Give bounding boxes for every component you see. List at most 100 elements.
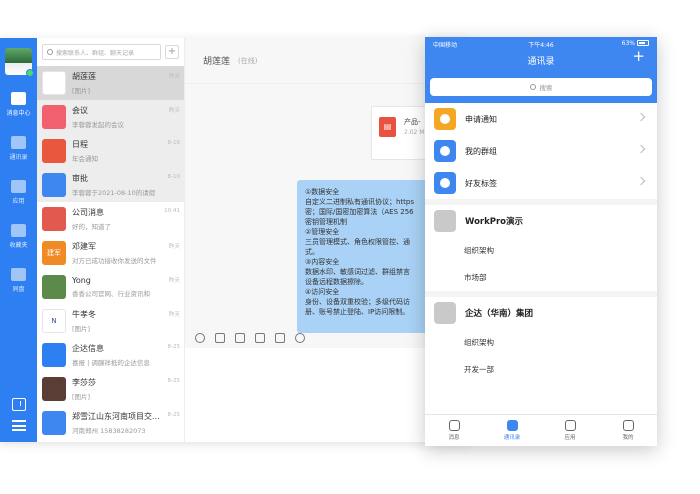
apply-notify-icon bbox=[434, 108, 456, 130]
emoji-icon[interactable] bbox=[195, 333, 205, 343]
menu-icon bbox=[11, 420, 26, 431]
chevron-right-icon bbox=[636, 176, 646, 186]
phone-tab-label: 应用 bbox=[564, 435, 576, 441]
session-preview: 年会通知 bbox=[72, 155, 98, 163]
search-icon bbox=[529, 84, 536, 90]
phone-tab[interactable]: 通讯录 bbox=[483, 415, 541, 446]
session-item[interactable]: 企达信息 喜报 | 调腺祥抵的企达信息 8-25 bbox=[37, 338, 184, 372]
session-item[interactable]: 建军 邓建军 对方已成功接收你发送的文件 昨天 bbox=[37, 236, 184, 270]
icon-glyph bbox=[440, 146, 450, 156]
session-text: 牛孝冬 [图片] bbox=[72, 309, 184, 333]
phone-tab[interactable]: 消息 bbox=[425, 415, 483, 446]
org-sub-item[interactable]: 市场部 bbox=[425, 264, 657, 291]
org-header[interactable]: 企达（华南）集团 bbox=[425, 297, 657, 329]
session-name: Yong bbox=[72, 276, 91, 285]
phone-row[interactable]: 我的群组 bbox=[425, 135, 657, 167]
session-text: Yong 香香公司官网、行业资讯和 bbox=[72, 276, 184, 298]
session-item[interactable]: 郑雪江山东河南项目交... 河南郑州 15838282073 8-25 bbox=[37, 406, 184, 440]
phone-header: 中国移动 下午4:46 63% 通讯录 + 搜索 bbox=[425, 37, 657, 103]
phone-tab[interactable]: 我的 bbox=[599, 415, 657, 446]
search-input[interactable]: 搜索联系人、群组、聊天记录 bbox=[42, 44, 161, 60]
screenshot-icon[interactable] bbox=[215, 333, 225, 343]
session-item[interactable]: 日程 年会通知 8-16 bbox=[37, 134, 184, 168]
avatar bbox=[42, 105, 66, 129]
rail-item-contacts[interactable]: 通讯录 bbox=[0, 126, 37, 170]
session-name: 邓建军 bbox=[72, 242, 96, 251]
session-item[interactable]: Yong 香香公司官网、行业资讯和 昨天 bbox=[37, 270, 184, 304]
phone-icon[interactable] bbox=[255, 333, 265, 343]
cloud-disk-icon bbox=[11, 267, 26, 281]
session-name: 牛孝冬 bbox=[72, 310, 96, 319]
my-avatar[interactable] bbox=[5, 48, 34, 77]
download-icon bbox=[11, 398, 26, 411]
chat-status: (在线) bbox=[238, 56, 258, 65]
desktop-window: 消息中心 通讯录 应用 收藏夹 同盘 搜索联系人、群组、聊天记录 + 胡莲莲 [… bbox=[0, 38, 470, 442]
phone-row[interactable]: 申请通知 bbox=[425, 103, 657, 135]
apps-icon bbox=[564, 420, 576, 431]
phone-tab-label: 消息 bbox=[448, 435, 460, 441]
avatar: N bbox=[42, 309, 66, 333]
screen-share-icon[interactable] bbox=[275, 333, 285, 343]
contacts-icon bbox=[11, 135, 26, 149]
session-item[interactable]: N 牛孝冬 [图片] 昨天 bbox=[37, 304, 184, 338]
session-item[interactable]: 胡莲莲 [图片] 昨天 bbox=[37, 66, 184, 100]
session-name: 胡莲莲 bbox=[72, 72, 96, 81]
session-item[interactable]: 会议 李蓉蓉发起的会议 昨天 bbox=[37, 100, 184, 134]
org-name: 企达（华南）集团 bbox=[465, 309, 534, 319]
group-icon bbox=[434, 140, 456, 162]
session-preview: [图片] bbox=[72, 325, 91, 333]
avatar bbox=[42, 139, 66, 163]
avatar bbox=[42, 343, 66, 367]
session-item[interactable]: 李莎莎 [图片] 8-25 bbox=[37, 372, 184, 406]
file-name: 产品- bbox=[404, 118, 421, 126]
org-sub-item[interactable]: 开发一部 bbox=[425, 356, 657, 383]
session-item[interactable]: 殷军涛8-25 bbox=[37, 440, 184, 442]
online-dot bbox=[26, 69, 34, 77]
rail-item-messages[interactable]: 消息中心 bbox=[0, 82, 37, 126]
org-sub-item[interactable]: 组织架构 bbox=[425, 329, 657, 356]
session-item[interactable]: 审批 李蓉蓉于2021-08-10的请假 8-10 bbox=[37, 168, 184, 202]
phone-tab-label: 通讯录 bbox=[503, 435, 521, 441]
session-time: 8-25 bbox=[167, 412, 180, 418]
rail-label: 通讯录 bbox=[9, 153, 28, 161]
battery: 63% bbox=[622, 40, 649, 47]
phone-quick-rows: 申请通知我的群组好友标签 bbox=[425, 103, 657, 199]
session-preview: 喜报 | 调腺祥抵的企达信息 bbox=[72, 359, 150, 367]
session-time: 8-16 bbox=[167, 140, 180, 146]
session-time: 昨天 bbox=[168, 312, 180, 318]
session-preview: 李蓉蓉于2021-08-10的请假 bbox=[72, 189, 156, 197]
icon-glyph bbox=[440, 114, 450, 124]
rail-item-apps[interactable]: 应用 bbox=[0, 170, 37, 214]
download-button[interactable] bbox=[0, 398, 37, 411]
session-time: 昨天 bbox=[168, 74, 180, 80]
session-time: 8-25 bbox=[167, 378, 180, 384]
avatar bbox=[42, 275, 66, 299]
phone-tab[interactable]: 应用 bbox=[541, 415, 599, 446]
org-header[interactable]: WorkPro演示 bbox=[425, 205, 657, 237]
file-size: 2.02 M bbox=[404, 129, 425, 136]
message-icon bbox=[448, 420, 460, 431]
session-list: 搜索联系人、群组、聊天记录 + 胡莲莲 [图片] 昨天 会议 李蓉蓉发起的会议 昨天 日程年… bbox=[37, 38, 185, 442]
add-icon[interactable]: + bbox=[632, 49, 645, 64]
session-preview: 李蓉蓉发起的会议 bbox=[72, 121, 124, 129]
menu-button[interactable] bbox=[0, 420, 37, 431]
phone-tab-bar: 消息 通讯录 应用 我的 bbox=[425, 414, 657, 446]
add-button[interactable]: + bbox=[165, 45, 179, 59]
session-time: 8-25 bbox=[167, 344, 180, 350]
icon-glyph bbox=[440, 178, 450, 188]
rail-item-favorites[interactable]: 收藏夹 bbox=[0, 214, 37, 258]
phone-title: 通讯录 bbox=[527, 57, 555, 67]
session-preview: 好的，知道了 bbox=[72, 223, 111, 231]
phone-row-label: 我的群组 bbox=[465, 146, 497, 156]
org-sub-item[interactable]: 组织架构 bbox=[425, 237, 657, 264]
session-time: 昨天 bbox=[168, 244, 180, 250]
battery-icon bbox=[637, 40, 649, 46]
folder-icon[interactable] bbox=[235, 333, 245, 343]
phone-row[interactable]: 好友标签 bbox=[425, 167, 657, 199]
rail-item-disk[interactable]: 同盘 bbox=[0, 258, 37, 302]
phone-search-input[interactable]: 搜索 bbox=[430, 78, 652, 96]
session-item[interactable]: 公司消息 好的，知道了 10:41 bbox=[37, 202, 184, 236]
history-icon[interactable] bbox=[295, 333, 305, 343]
chat-title: 胡莲莲 bbox=[203, 57, 231, 67]
avatar: 建军 bbox=[42, 241, 66, 265]
